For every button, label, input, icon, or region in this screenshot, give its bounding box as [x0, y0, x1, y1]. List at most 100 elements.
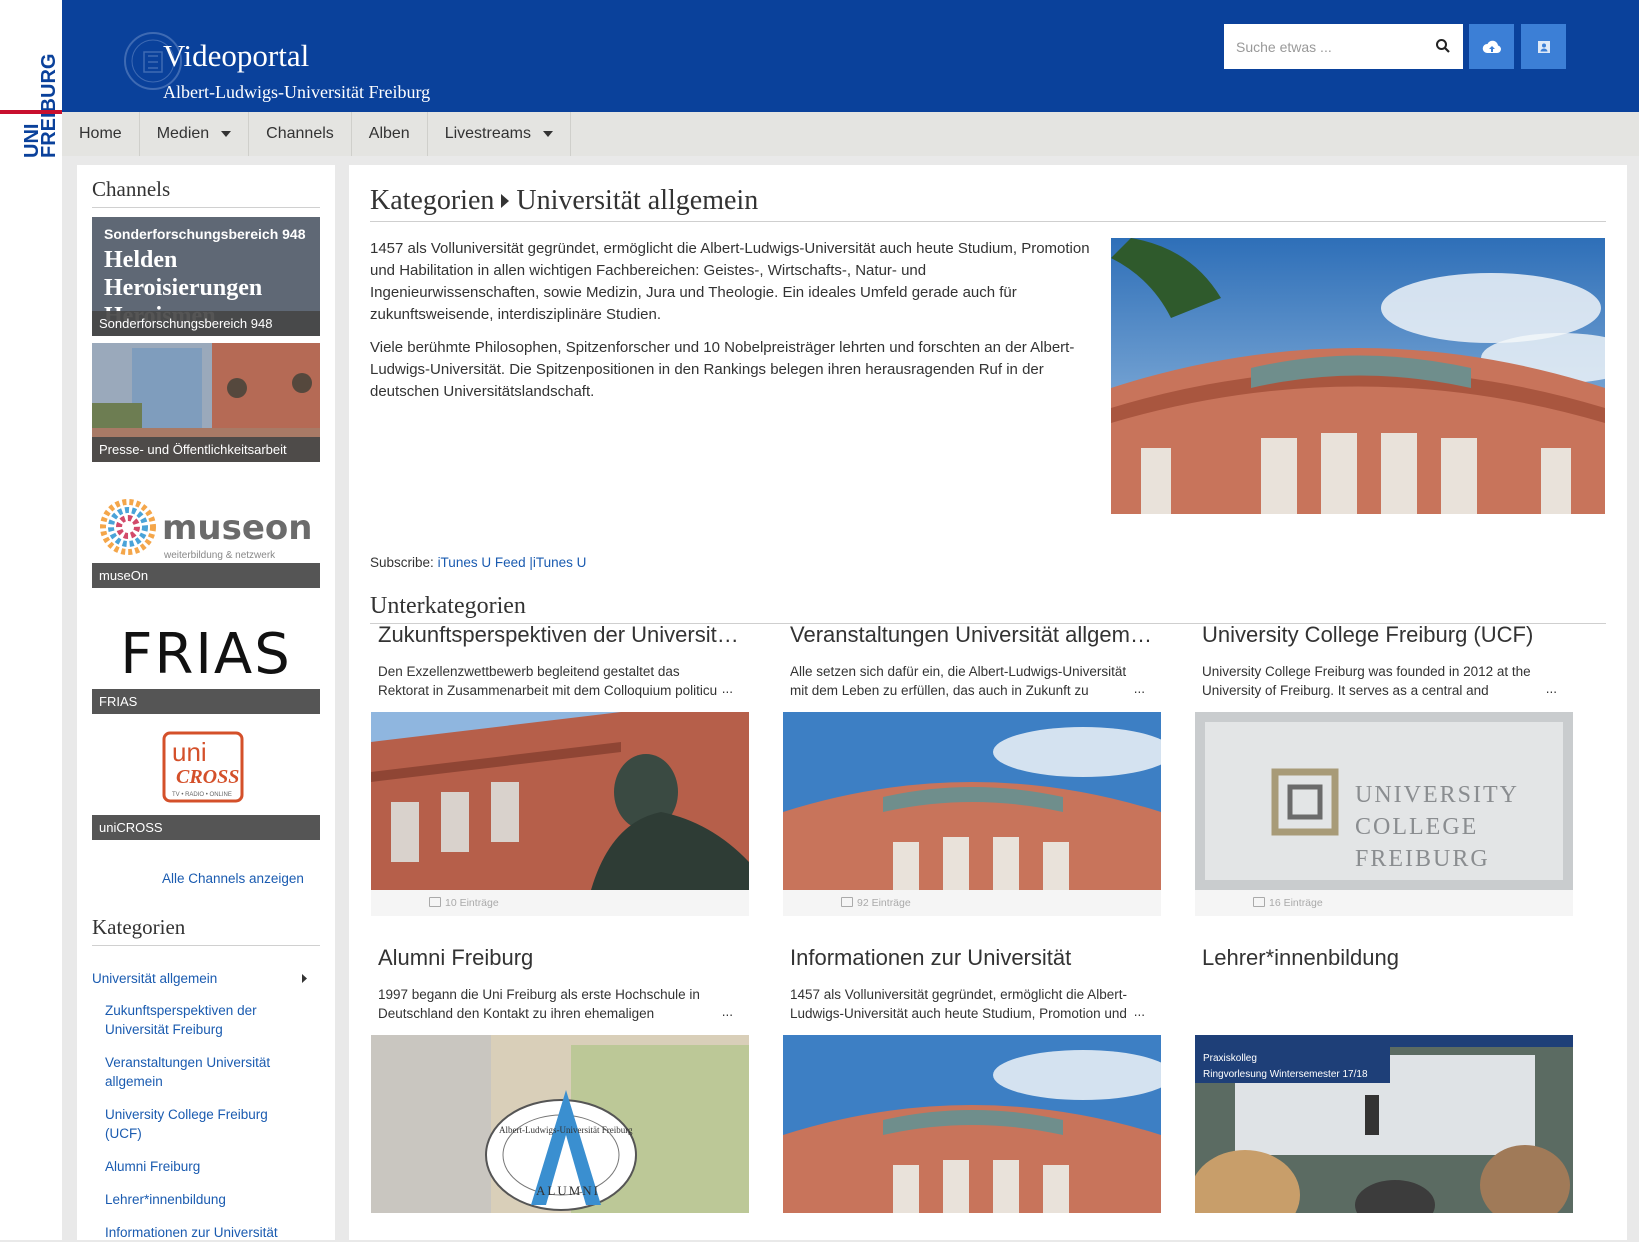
caret-right-icon [501, 194, 510, 209]
more-ellipsis: ... [1541, 681, 1557, 696]
nav-medien[interactable]: Medien [140, 112, 250, 156]
main-navigation: Home Medien Channels Alben Livestreams [62, 112, 1639, 156]
thumb-text: Helden [104, 247, 177, 273]
entry-count: 10 Einträge [445, 897, 499, 909]
subcategory-thumbnail[interactable] [783, 1035, 1161, 1213]
nav-alben[interactable]: Alben [352, 112, 428, 156]
breadcrumb-root[interactable]: Kategorien [370, 185, 494, 216]
museon-logo-subtext: weiterbildung & netzwerk [163, 550, 276, 561]
breadcrumb-current: Universität allgemein [516, 185, 759, 216]
thumb-text: ALUMNI [536, 1183, 600, 1198]
subcategory-footer: 16 Einträge [1195, 890, 1573, 916]
thumb-text: Praxiskolleg [1203, 1053, 1257, 1064]
subscribe-label: Subscribe: [370, 555, 434, 570]
more-ellipsis: ... [717, 681, 733, 696]
itunes-u-feed-link[interactable]: iTunes U Feed [438, 555, 526, 570]
site-title[interactable]: Videoportal [163, 38, 309, 74]
entry-count: 92 Einträge [857, 897, 911, 909]
subcategories-heading: Unterkategorien [370, 593, 1606, 624]
category-link-alumni[interactable]: Alumni Freiburg [105, 1157, 295, 1176]
sidebar: Channels Sonderforschungsbereich 948 Hel… [77, 165, 335, 1240]
all-channels-link[interactable]: Alle Channels anzeigen [162, 871, 304, 886]
categories-heading: Kategorien [92, 915, 320, 946]
category-link-informationen[interactable]: Informationen zur Universität [105, 1223, 295, 1242]
subcategory-title[interactable]: Lehrer*innenbildung [1202, 945, 1566, 971]
channel-tile-unicross[interactable]: uni CROSS TV • RADIO • ONLINE uniCROSS [92, 721, 320, 840]
user-icon [1537, 40, 1550, 53]
user-menu-button[interactable] [1521, 24, 1566, 69]
category-link-universitaet-allgemein[interactable]: Universität allgemein [92, 969, 292, 988]
frias-logo-text: FRIAS [120, 622, 292, 687]
subcategory-description: 1457 als Volluniversität gegründet, ermö… [790, 987, 1127, 1021]
logo-text-uni: UNI [21, 124, 43, 158]
subcategory-footer: 92 Einträge [783, 890, 1161, 916]
subcategory-thumbnail[interactable]: Albert-Ludwigs-Universität Freiburg ALUM… [371, 1035, 749, 1213]
channels-heading: Channels [92, 177, 320, 208]
thumb-text: Heroisierungen [104, 275, 262, 301]
nav-home-label: Home [79, 125, 122, 142]
channel-label: FRIAS [92, 689, 320, 714]
nav-channels-label: Channels [266, 125, 334, 142]
caret-down-icon [221, 131, 232, 137]
thumb-text: Ringvorlesung Wintersemester 17/18 [1203, 1069, 1368, 1080]
subcategory-title[interactable]: University College Freiburg (UCF) [1202, 622, 1566, 648]
subcategory-thumbnail[interactable]: UNIVERSITY COLLEGE FREIBURG [1195, 712, 1573, 890]
subcategory-title[interactable]: Zukunftsperspektiven der Universität Fre… [378, 622, 742, 648]
thumb-text: Albert-Ludwigs-Universität Freiburg [499, 1125, 633, 1135]
logo-strip: FREIBURG UNI [0, 0, 62, 1240]
channel-tile-frias[interactable]: FRIAS FRIAS [92, 595, 320, 714]
thumb-text: Sonderforschungsbereich 948 [104, 226, 306, 242]
breadcrumb: Kategorien Universität allgemein [370, 185, 1606, 222]
channel-label: Presse- und Öffentlichkeitsarbeit [92, 437, 320, 462]
search-icon[interactable] [1435, 38, 1451, 54]
subcategory-thumbnail[interactable]: Praxiskolleg Ringvorlesung Wintersemeste… [1195, 1035, 1573, 1213]
channel-tile-presse[interactable]: Presse- und Öffentlichkeitsarbeit [92, 343, 320, 462]
nav-medien-label: Medien [156, 125, 210, 142]
category-link-veranstaltungen[interactable]: Veranstaltungen Universität allgemein [105, 1053, 295, 1091]
category-link-zukunftsperspektiven[interactable]: Zukunftsperspektiven der Universität Fre… [105, 1001, 295, 1039]
folder-icon [841, 897, 853, 907]
subcategory-title[interactable]: Veranstaltungen Universität allgemein [790, 622, 1154, 648]
nav-livestreams-label: Livestreams [444, 125, 531, 142]
category-link-lehrerinnenbildung[interactable]: Lehrer*innenbildung [105, 1190, 295, 1209]
upload-button[interactable] [1469, 24, 1514, 69]
subcategory-thumbnail[interactable] [371, 712, 749, 890]
site-subtitle: Albert-Ludwigs-Universität Freiburg [163, 82, 431, 102]
subscribe-row: Subscribe: iTunes U Feed |iTunes U [370, 555, 586, 570]
channel-tile-sfb948[interactable]: Sonderforschungsbereich 948 Helden Heroi… [92, 217, 320, 336]
more-ellipsis: ... [1129, 681, 1145, 696]
folder-icon [1253, 897, 1265, 907]
nav-alben-label: Alben [368, 125, 410, 142]
subcategory-description: 1997 begann die Uni Freiburg als erste H… [378, 987, 700, 1021]
channel-label: Sonderforschungsbereich 948 [92, 311, 320, 336]
unicross-logo-text: uni [172, 737, 207, 767]
channel-label: uniCROSS [92, 815, 320, 840]
category-link-ucf[interactable]: University College Freiburg (UCF) [105, 1105, 295, 1143]
category-description-1: 1457 als Volluniversität gegründet, ermö… [370, 240, 1090, 323]
nav-home[interactable]: Home [62, 112, 140, 156]
thumb-text: COLLEGE [1355, 814, 1478, 840]
subcategory-title[interactable]: Informationen zur Universität [790, 945, 1154, 971]
main-content: Kategorien Universität allgemein 1457 als… [349, 165, 1627, 1240]
more-ellipsis: ... [717, 1004, 733, 1019]
nav-livestreams[interactable]: Livestreams [428, 112, 571, 156]
channel-tile-museon[interactable]: museon weiterbildung & netzwerk museOn [92, 469, 320, 588]
itunes-u-link[interactable]: |iTunes U [529, 555, 586, 570]
university-logo[interactable]: FREIBURG UNI [8, 40, 58, 160]
subcategory-thumbnail[interactable] [783, 712, 1161, 890]
subcategory-description: University College Freiburg was founded … [1202, 664, 1531, 698]
search-input[interactable] [1224, 24, 1424, 69]
unicross-logo-text: CROSS [176, 766, 239, 788]
subcategory-footer: 10 Einträge [371, 890, 749, 916]
thumb-text: UNIVERSITY [1355, 782, 1519, 808]
subcategory-title[interactable]: Alumni Freiburg [378, 945, 742, 971]
folder-icon [429, 897, 441, 907]
nav-channels[interactable]: Channels [249, 112, 352, 156]
unicross-logo-subtext: TV • RADIO • ONLINE [172, 792, 232, 798]
more-ellipsis: ... [1129, 1004, 1145, 1019]
category-hero-image [1111, 238, 1605, 514]
subcategory-description: Den Exzellenzwettbewerb begleitend gesta… [378, 664, 729, 698]
search-box [1224, 24, 1463, 69]
entry-count: 16 Einträge [1269, 897, 1323, 909]
cloud-upload-icon [1482, 40, 1501, 53]
